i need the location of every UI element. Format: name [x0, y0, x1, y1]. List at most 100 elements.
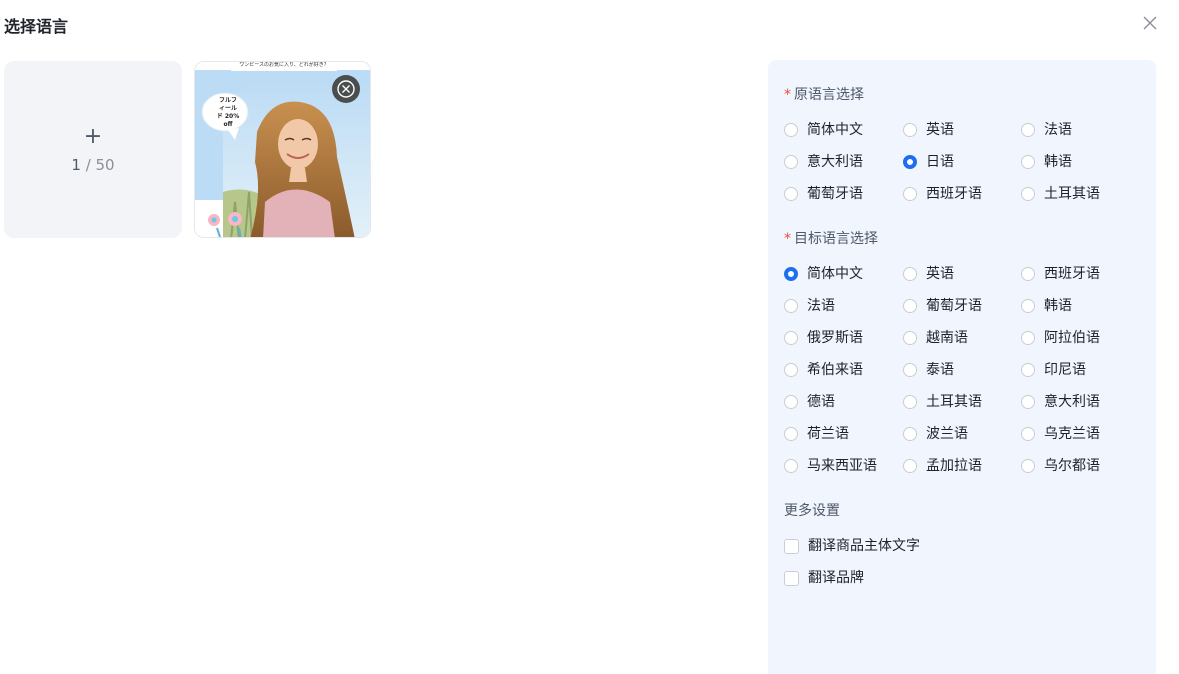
- target-option[interactable]: 土耳其语: [903, 392, 982, 412]
- target-option[interactable]: 希伯来语: [784, 360, 863, 380]
- bubble-line: off: [223, 121, 233, 128]
- target-option[interactable]: 西班牙语: [1021, 264, 1100, 284]
- target-option-label: 泰语: [926, 362, 954, 378]
- radio-icon: [903, 427, 917, 441]
- radio-icon: [903, 155, 917, 169]
- radio-icon: [903, 363, 917, 377]
- target-option-label: 土耳其语: [926, 394, 982, 410]
- checkbox-icon: [784, 538, 799, 554]
- close-icon: [337, 80, 355, 98]
- target-option[interactable]: 德语: [784, 392, 835, 412]
- target-option[interactable]: 印尼语: [1021, 360, 1086, 380]
- target-option[interactable]: 简体中文: [784, 264, 863, 284]
- target-option[interactable]: 孟加拉语: [903, 456, 982, 476]
- radio-icon: [1021, 155, 1035, 169]
- target-option-label: 意大利语: [1044, 394, 1100, 410]
- translate-brand-checkbox[interactable]: 翻译品牌: [784, 568, 864, 588]
- radio-icon: [1021, 427, 1035, 441]
- radio-icon: [903, 331, 917, 345]
- target-option[interactable]: 阿拉伯语: [1021, 328, 1100, 348]
- required-mark: *: [784, 231, 791, 247]
- target-option-label: 法语: [807, 298, 835, 314]
- source-option[interactable]: 简体中文: [784, 120, 863, 140]
- source-option[interactable]: 土耳其语: [1021, 184, 1100, 204]
- uploaded-image-thumbnail[interactable]: ワンピースのお気に入り、どれが好き？ フルフ ィール ド 20% off: [194, 61, 371, 238]
- source-language-label: * 原语言选择: [784, 85, 864, 105]
- source-option-label: 韩语: [1044, 154, 1072, 170]
- close-icon: [1143, 16, 1157, 30]
- radio-icon: [784, 363, 798, 377]
- source-option-label: 法语: [1044, 122, 1072, 138]
- source-option[interactable]: 西班牙语: [903, 184, 982, 204]
- bubble-line: ド 20%: [216, 113, 240, 120]
- target-option[interactable]: 波兰语: [903, 424, 968, 444]
- radio-icon: [1021, 331, 1035, 345]
- radio-icon: [784, 267, 798, 281]
- radio-icon: [903, 123, 917, 137]
- source-option-label: 西班牙语: [926, 186, 982, 202]
- translate-product-text-checkbox[interactable]: 翻译商品主体文字: [784, 536, 920, 556]
- target-option-label: 荷兰语: [807, 426, 849, 442]
- source-language-label-text: 原语言选择: [794, 87, 864, 103]
- target-option-label: 阿拉伯语: [1044, 330, 1100, 346]
- source-option[interactable]: 英语: [903, 120, 954, 140]
- upload-count-current: 1: [71, 155, 81, 174]
- checkbox-label: 翻译商品主体文字: [808, 538, 920, 554]
- close-button[interactable]: [1140, 13, 1160, 33]
- target-option[interactable]: 英语: [903, 264, 954, 284]
- target-option[interactable]: 乌尔都语: [1021, 456, 1100, 476]
- radio-icon: [784, 187, 798, 201]
- target-option-label: 孟加拉语: [926, 458, 982, 474]
- target-option[interactable]: 俄罗斯语: [784, 328, 863, 348]
- source-option-label: 日语: [926, 154, 954, 170]
- target-option-label: 乌克兰语: [1044, 426, 1100, 442]
- source-option[interactable]: 意大利语: [784, 152, 863, 172]
- target-option-label: 简体中文: [807, 266, 863, 282]
- remove-image-button[interactable]: [332, 75, 360, 103]
- bubble-line: ィール: [218, 105, 237, 112]
- target-option[interactable]: 马来西亚语: [784, 456, 877, 476]
- radio-icon: [903, 267, 917, 281]
- target-option-label: 德语: [807, 394, 835, 410]
- target-option[interactable]: 乌克兰语: [1021, 424, 1100, 444]
- target-option-label: 俄罗斯语: [807, 330, 863, 346]
- dialog-title: 选择语言: [4, 17, 69, 36]
- target-option[interactable]: 泰语: [903, 360, 954, 380]
- upload-count: 1 / 50: [71, 155, 114, 175]
- target-option-label: 韩语: [1044, 298, 1072, 314]
- source-option[interactable]: 韩语: [1021, 152, 1072, 172]
- radio-icon: [1021, 299, 1035, 313]
- radio-icon: [903, 459, 917, 473]
- radio-icon: [1021, 187, 1035, 201]
- radio-icon: [1021, 267, 1035, 281]
- radio-icon: [784, 427, 798, 441]
- target-option-label: 英语: [926, 266, 954, 282]
- target-option[interactable]: 越南语: [903, 328, 968, 348]
- target-option[interactable]: 意大利语: [1021, 392, 1100, 412]
- target-option[interactable]: 法语: [784, 296, 835, 316]
- target-option[interactable]: 葡萄牙语: [903, 296, 982, 316]
- source-option[interactable]: 日语: [903, 152, 954, 172]
- target-option-label: 乌尔都语: [1044, 458, 1100, 474]
- source-option-label: 英语: [926, 122, 954, 138]
- more-settings-label: 更多设置: [784, 503, 840, 519]
- radio-icon: [784, 459, 798, 473]
- target-option-label: 越南语: [926, 330, 968, 346]
- radio-icon: [903, 187, 917, 201]
- checkbox-icon: [784, 570, 799, 586]
- radio-icon: [784, 123, 798, 137]
- target-option[interactable]: 韩语: [1021, 296, 1072, 316]
- radio-icon: [784, 299, 798, 313]
- checkbox-label: 翻译品牌: [808, 570, 864, 586]
- source-option-label: 土耳其语: [1044, 186, 1100, 202]
- source-option[interactable]: 葡萄牙语: [784, 184, 863, 204]
- source-option[interactable]: 法语: [1021, 120, 1072, 140]
- bubble-line: フルフ: [218, 97, 237, 104]
- radio-icon: [1021, 395, 1035, 409]
- target-option[interactable]: 荷兰语: [784, 424, 849, 444]
- radio-icon: [784, 155, 798, 169]
- target-option-label: 葡萄牙语: [926, 298, 982, 314]
- upload-count-separator: /: [80, 155, 96, 174]
- upload-image-button[interactable]: + 1 / 50: [4, 61, 182, 238]
- radio-icon: [1021, 363, 1035, 377]
